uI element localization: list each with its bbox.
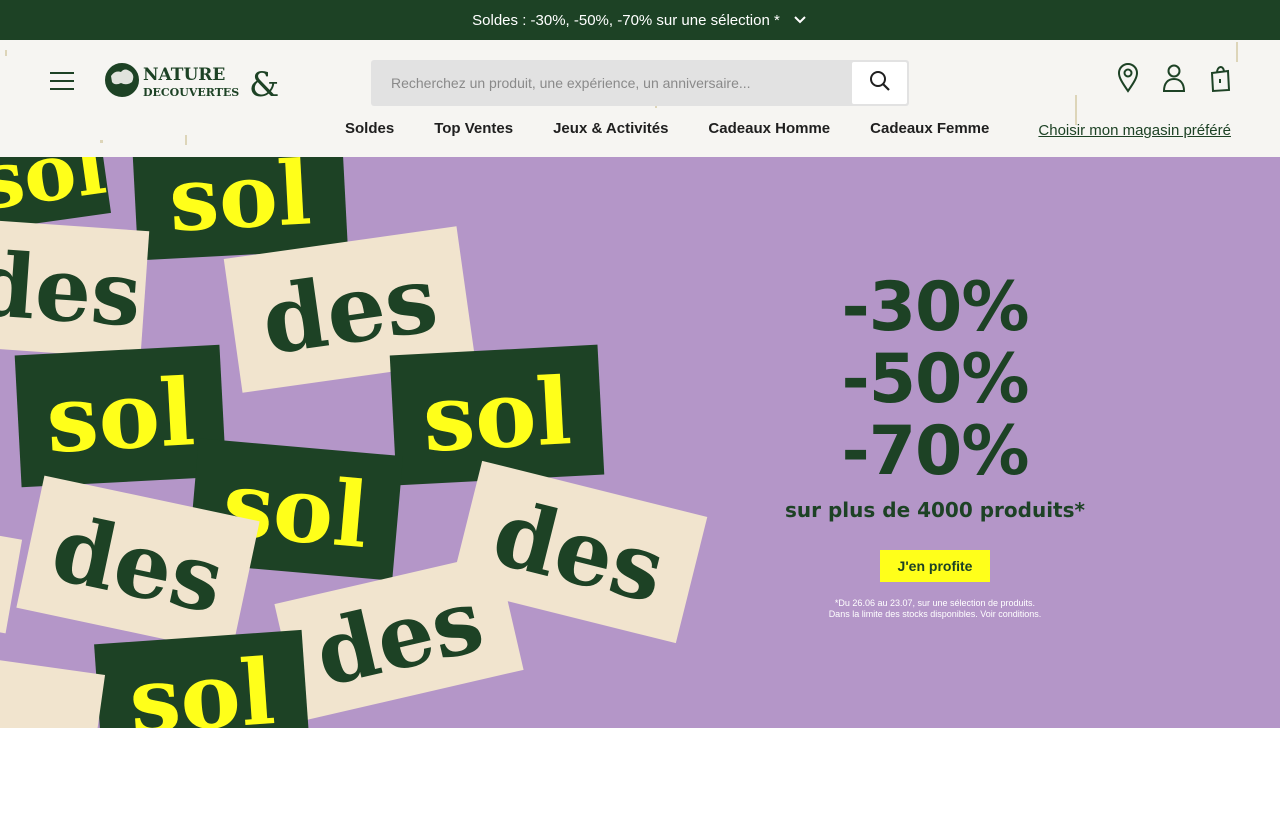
fine-print-line-2: Dans la limite des stocks disponibles. V… — [828, 609, 1042, 619]
chevron-down-icon — [792, 12, 808, 28]
hero-tile: des — [274, 552, 524, 722]
discount-70: -70% — [841, 412, 1030, 491]
account-icon[interactable] — [1162, 62, 1186, 94]
hero-tile-edge — [0, 535, 23, 634]
nav-item-cadeaux-femme[interactable]: Cadeaux Femme — [870, 120, 989, 137]
hero-tile: sol — [14, 344, 227, 488]
logo-text-top: NATURE — [143, 65, 225, 85]
decor-speck — [1075, 95, 1077, 125]
location-pin-icon[interactable] — [1116, 62, 1140, 94]
search-button[interactable] — [852, 62, 907, 104]
store-selector-link[interactable]: Choisir mon magasin préféré — [1038, 122, 1231, 139]
search-icon — [869, 70, 891, 97]
hero-tile: sol — [94, 629, 310, 728]
hero-tile: sol — [0, 157, 111, 231]
nav-item-top-ventes[interactable]: Top Ventes — [434, 120, 513, 137]
menu-icon[interactable] — [50, 70, 74, 92]
nav-item-jeux-activites[interactable]: Jeux & Activités — [553, 120, 668, 137]
hero-tile-edge — [0, 659, 106, 728]
shopping-bag-icon[interactable] — [1208, 62, 1232, 94]
decor-speck — [100, 140, 103, 143]
promo-bar[interactable]: Soldes : -30%, -50%, -70% sur une sélect… — [0, 0, 1280, 40]
discount-50: -50% — [841, 340, 1030, 419]
hero-banner[interactable]: sol sol des des sol sol sol des des des … — [0, 157, 1280, 728]
hero-tile: des — [0, 219, 150, 359]
discount-30: -30% — [841, 268, 1030, 347]
decor-speck — [5, 50, 7, 56]
fine-print: *Du 26.06 au 23.07, sur une sélection de… — [780, 598, 1090, 620]
header-icons — [1116, 62, 1232, 94]
search-bar — [371, 60, 909, 106]
logo-ampersand: & — [249, 65, 279, 102]
decor-speck — [1236, 42, 1238, 62]
nav-item-soldes[interactable]: Soldes — [345, 120, 394, 137]
main-nav: Soldes Top Ventes Jeux & Activités Cadea… — [345, 120, 1029, 137]
search-input[interactable] — [371, 60, 851, 106]
hero-subtitle: sur plus de 4000 produits* — [785, 498, 1085, 522]
logo-text-bottom: DECOUVERTES — [143, 86, 239, 99]
fine-print-line-1: *Du 26.06 au 23.07, sur une sélection de… — [834, 598, 1036, 608]
nav-item-cadeaux-homme[interactable]: Cadeaux Homme — [708, 120, 830, 137]
hero-tile: sol — [132, 157, 348, 261]
cta-button[interactable]: J'en profite — [879, 550, 991, 582]
brand-logo[interactable]: NATURE DECOUVERTES & — [105, 58, 281, 105]
decor-speck — [185, 135, 187, 145]
promo-text: Soldes : -30%, -50%, -70% sur une sélect… — [472, 11, 780, 29]
hero-offer: -30% -50% -70% sur plus de 4000 produits… — [780, 272, 1090, 620]
site-header: NATURE DECOUVERTES & Soldes Top Ventes J… — [0, 40, 1280, 157]
